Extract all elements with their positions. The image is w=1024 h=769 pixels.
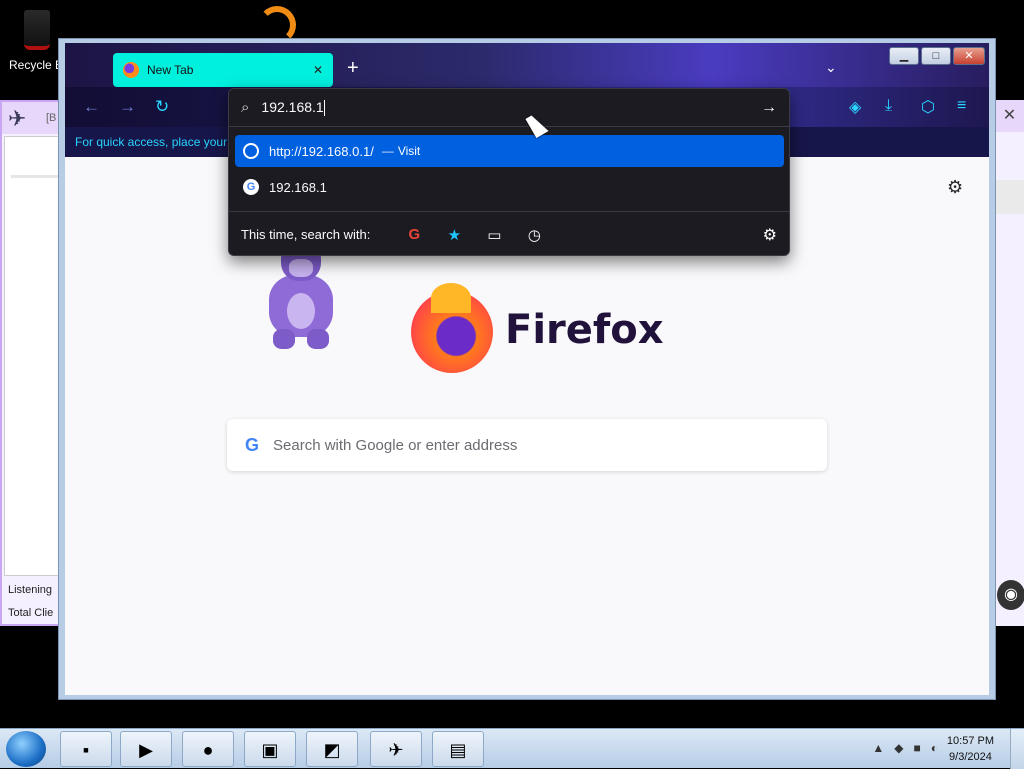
start-button[interactable]	[6, 731, 46, 767]
url-dropdown: ⌕ 192.168.1 → http://192.168.0.1/ — Visi…	[228, 88, 790, 256]
suggestion-visit-url[interactable]: http://192.168.0.1/ — Visit	[235, 135, 784, 167]
taskbar-bird-app-icon[interactable]: ✈	[370, 731, 422, 767]
google-icon: G	[243, 179, 259, 195]
github-icon[interactable]: ◉	[997, 580, 1024, 610]
search-with-label: This time, search with:	[241, 227, 371, 242]
tray-shield-icon[interactable]: ◆	[894, 741, 903, 755]
taskbar-remote-desktop-icon[interactable]: ▣	[244, 731, 296, 767]
window-controls: ▁ □ ✕	[889, 47, 985, 65]
firefox-tab-icon	[123, 62, 139, 78]
clock-date: 9/3/2024	[949, 751, 992, 763]
divider	[11, 175, 61, 178]
show-desktop-button[interactable]	[1010, 729, 1024, 769]
list-all-tabs-icon[interactable]: ⌄	[825, 59, 837, 76]
url-input[interactable]: ⌕ 192.168.1 →	[229, 89, 789, 127]
background-app-panel	[4, 136, 62, 576]
system-tray: ▲ ◆ ■ ◐	[872, 741, 938, 755]
google-icon[interactable]: G	[394, 226, 434, 243]
mascot-leg	[307, 329, 329, 349]
suggestion-url: http://192.168.0.1/	[269, 143, 374, 159]
globe-icon	[243, 143, 259, 159]
taskbar-terminal-icon[interactable]: ▪	[60, 731, 112, 767]
extensions-icon[interactable]: ⬡	[921, 97, 935, 117]
one-off-search-bar: This time, search with: G ★ ▭ ◷ ⚙	[229, 211, 789, 257]
tab-new-tab[interactable]: New Tab ✕	[113, 53, 333, 87]
tab-title: New Tab	[147, 63, 194, 77]
tab-icon[interactable]: ▭	[474, 226, 514, 244]
recycle-bin-label: Recycle B	[9, 58, 64, 72]
desktop: Recycle B ✈ [B Listening Total Clie ✕ ◉ …	[0, 0, 1024, 728]
text-caret	[323, 100, 325, 117]
search-placeholder: Search with Google or enter address	[273, 436, 518, 454]
gear-icon[interactable]: ⚙	[947, 177, 963, 198]
firefox-logo	[411, 283, 493, 373]
minimize-button[interactable]: ▁	[889, 47, 919, 65]
close-icon[interactable]: ✕	[995, 100, 1024, 132]
close-button[interactable]: ✕	[953, 47, 985, 65]
go-arrow-icon[interactable]: →	[761, 99, 777, 117]
background-panel	[995, 180, 1024, 214]
history-icon[interactable]: ◷	[514, 226, 554, 244]
reload-icon[interactable]: ↻	[155, 97, 169, 117]
menu-icon[interactable]: ≡	[957, 97, 966, 115]
firefox-wordmark: Firefox	[505, 307, 664, 353]
suggestion-query: 192.168.1	[269, 179, 327, 195]
gear-icon[interactable]: ⚙	[763, 225, 777, 245]
mascot-belly	[287, 293, 315, 329]
background-app-title: [B	[46, 112, 57, 124]
suggestion-search[interactable]: G 192.168.1	[235, 171, 784, 203]
background-app-titlebar: ✈ [B	[2, 102, 64, 134]
google-icon: G	[245, 434, 260, 455]
suggestion-action: Visit	[397, 144, 421, 158]
taskbar-explorer-icon[interactable]: ▤	[432, 731, 484, 767]
clock[interactable]: 10:57 PM 9/3/2024	[947, 733, 994, 765]
star-icon[interactable]: ★	[434, 226, 474, 244]
background-window-right[interactable]: ✕ ◉	[994, 100, 1024, 626]
back-icon[interactable]: ←	[83, 97, 100, 117]
tray-volume-icon[interactable]: ◐	[931, 741, 938, 755]
mascot-face	[289, 259, 313, 277]
new-tab-search-box[interactable]: G Search with Google or enter address	[227, 419, 827, 471]
status-total-clients: Total Clie	[8, 607, 54, 619]
pocket-icon[interactable]: ◈	[849, 97, 861, 117]
url-typed-text: 192.168.1	[261, 98, 324, 115]
clock-time: 10:57 PM	[946, 735, 994, 747]
forward-icon[interactable]: →	[119, 97, 136, 117]
taskbar-firefox-icon[interactable]: ●	[182, 731, 234, 767]
downloads-icon[interactable]: ⤓	[885, 97, 892, 115]
taskbar-media-player-icon[interactable]: ▶	[120, 731, 172, 767]
mascot-leg	[273, 329, 295, 349]
gorilla-mascot[interactable]	[261, 241, 341, 351]
trash-icon	[24, 10, 50, 50]
tray-network-icon[interactable]: ■	[914, 741, 921, 755]
suggestion-separator: —	[381, 144, 394, 158]
firefox-titlebar: New Tab ✕ + ⌄ ▁ □ ✕	[65, 43, 989, 87]
tray-expand-icon[interactable]: ▲	[872, 741, 884, 755]
bird-icon: ✈	[8, 106, 27, 131]
maximize-button[interactable]: □	[921, 47, 951, 65]
recycle-bin-icon[interactable]: Recycle B	[4, 6, 64, 72]
taskbar: ▪ ▶ ● ▣ ◩ ✈ ▤ ▲ ◆ ■ ◐ 10:57 PM 9/3/2024	[0, 728, 1024, 769]
tab-close-icon[interactable]: ✕	[313, 63, 323, 77]
background-app-window[interactable]: ✈ [B Listening Total Clie	[0, 100, 66, 626]
new-tab-button[interactable]: +	[347, 57, 359, 80]
search-icon: ⌕	[241, 99, 250, 116]
status-listening: Listening	[8, 584, 53, 596]
bookmarks-hint: For quick access, place your b	[75, 135, 238, 149]
taskbar-virtualbox-icon[interactable]: ◩	[306, 731, 358, 767]
